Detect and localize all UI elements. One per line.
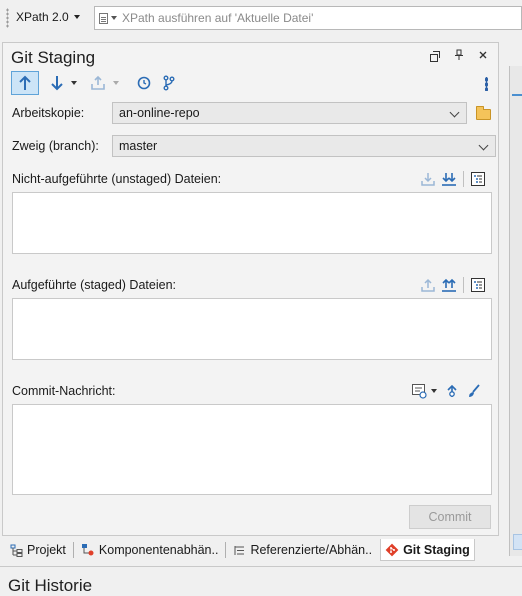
tab-projekt[interactable]: Projekt <box>6 539 70 561</box>
staged-actions <box>421 277 486 293</box>
git-history-panel-title: Git Historie <box>8 576 93 595</box>
folder-icon[interactable] <box>476 106 491 120</box>
push-button[interactable] <box>11 71 39 95</box>
divider <box>463 277 464 293</box>
working-copy-value: an-online-repo <box>119 106 200 120</box>
xpath-version-dropdown[interactable]: XPath 2.0 <box>16 10 80 24</box>
staging-toolbar <box>11 71 181 95</box>
staged-files-list[interactable] <box>12 298 492 360</box>
previous-messages-dropdown[interactable] <box>411 383 437 399</box>
xpath-placeholder: XPath ausführen auf 'Aktuelle Datei' <box>122 11 314 25</box>
pull-button[interactable] <box>45 71 69 95</box>
component-dependencies-icon <box>81 544 94 556</box>
unstaged-actions <box>421 171 486 187</box>
tab-komponentenabhaengigkeiten[interactable]: Komponentenabhän.. <box>77 539 223 561</box>
history-button[interactable] <box>131 71 157 95</box>
more-options-icon[interactable] <box>485 77 488 91</box>
stash-icon <box>91 75 105 90</box>
tab-git-staging[interactable]: Git Staging <box>380 539 475 561</box>
message-history-icon <box>412 384 427 399</box>
xpath-version-label: XPath 2.0 <box>16 10 69 24</box>
git-staging-panel: Git Staging Arbeitskopie: an-online-repo… <box>2 42 499 536</box>
unstage-selected-icon[interactable] <box>421 277 435 293</box>
toolbar-grip[interactable] <box>6 8 9 28</box>
branch-label: Zweig (branch): <box>12 139 99 153</box>
tab-label: Referenzierte/Abhän.. <box>250 543 373 557</box>
xpath-input[interactable]: XPath ausführen auf 'Aktuelle Datei' <box>94 6 522 30</box>
history-icon <box>137 76 151 90</box>
references-tree-icon <box>234 545 245 555</box>
chevron-down-icon <box>431 389 437 393</box>
xpath-toolbar: XPath 2.0 XPath ausführen auf 'Aktuelle … <box>0 0 522 36</box>
tree-view-icon[interactable] <box>470 277 486 293</box>
arrow-up-icon <box>19 75 31 90</box>
unstaged-files-label: Nicht-aufgeführte (unstaged) Dateien: <box>12 172 222 186</box>
side-editor-edge <box>509 66 522 556</box>
branch-combo[interactable]: master <box>112 135 496 157</box>
tab-referenzierte-abhaengigkeiten[interactable]: Referenzierte/Abhän.. <box>229 539 376 561</box>
chevron-down-icon[interactable] <box>111 16 117 20</box>
pin-icon[interactable] <box>454 49 464 61</box>
arrow-down-icon <box>51 76 63 91</box>
chevron-down-icon <box>449 107 460 118</box>
stash-options-chevron[interactable] <box>113 81 119 85</box>
divider <box>72 542 74 558</box>
stage-selected-icon[interactable] <box>421 171 435 187</box>
panel-title: Git Staging <box>11 48 96 67</box>
branch-manager-button[interactable] <box>157 71 181 95</box>
git-icon <box>385 543 399 556</box>
working-copy-label: Arbeitskopie: <box>12 106 85 120</box>
pull-options-chevron[interactable] <box>71 81 77 85</box>
stage-all-icon[interactable] <box>441 171 457 187</box>
staged-files-label: Aufgeführte (staged) Dateien: <box>12 278 176 292</box>
panel-tabs: Projekt Komponentenabhän.. Referenzierte… <box>6 539 475 561</box>
divider <box>0 566 522 567</box>
project-tree-icon <box>10 544 23 557</box>
commit-button[interactable]: Commit <box>409 505 491 529</box>
chevron-down-icon <box>73 15 80 19</box>
stash-button[interactable] <box>85 71 111 95</box>
branch-value: master <box>119 139 158 153</box>
working-copy-combo[interactable]: an-online-repo <box>112 102 467 124</box>
tab-label: Komponentenabhän.. <box>98 543 219 557</box>
unstage-all-icon[interactable] <box>441 277 457 293</box>
brush-icon[interactable] <box>467 383 481 399</box>
chevron-down-icon <box>478 140 489 151</box>
close-icon[interactable] <box>478 50 488 60</box>
commit-message-input[interactable] <box>12 404 492 495</box>
tab-label: Projekt <box>27 543 66 557</box>
tree-view-icon[interactable] <box>470 171 486 187</box>
panel-controls <box>430 49 488 62</box>
commit-message-label: Commit-Nachricht: <box>12 384 116 398</box>
tab-label: Git Staging <box>403 542 470 557</box>
restore-icon[interactable] <box>430 50 440 62</box>
branch-icon <box>163 75 175 91</box>
divider <box>463 171 464 187</box>
amend-commit-icon[interactable] <box>445 383 459 399</box>
divider <box>225 542 227 558</box>
unstaged-files-list[interactable] <box>12 192 492 254</box>
commit-actions <box>411 383 481 399</box>
document-icon <box>99 12 108 24</box>
